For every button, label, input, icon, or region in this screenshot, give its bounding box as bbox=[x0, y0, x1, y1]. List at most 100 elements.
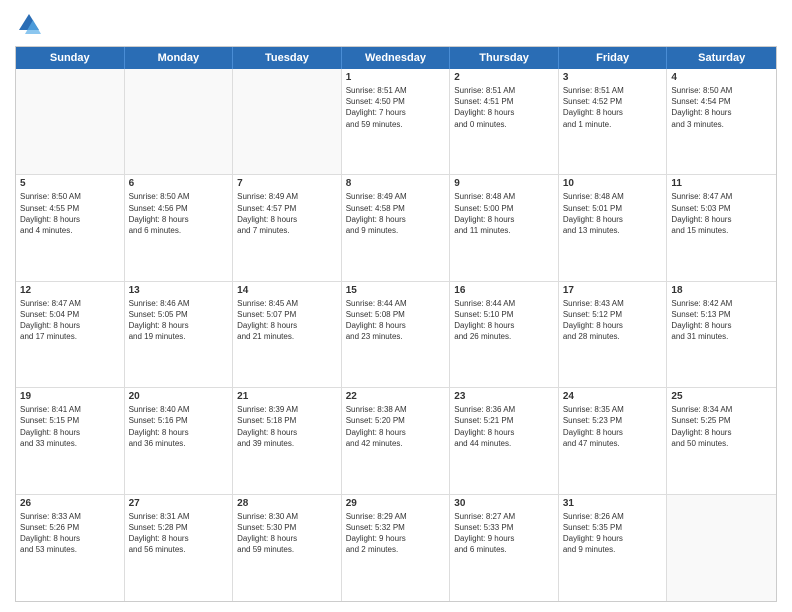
day-number: 20 bbox=[129, 391, 229, 402]
cell-text: Sunrise: 8:41 AMSunset: 5:15 PMDaylight:… bbox=[20, 404, 120, 449]
cell-text: Sunrise: 8:45 AMSunset: 5:07 PMDaylight:… bbox=[237, 298, 337, 343]
cell-text: Sunrise: 8:33 AMSunset: 5:26 PMDaylight:… bbox=[20, 511, 120, 556]
calendar-cell-1-4: 9Sunrise: 8:48 AMSunset: 5:00 PMDaylight… bbox=[450, 175, 559, 280]
weekday-header-tuesday: Tuesday bbox=[233, 47, 342, 69]
calendar-cell-4-1: 27 Sunrise: 8:31 AMSunset: 5:28 PMDayligh… bbox=[125, 495, 234, 601]
weekday-header-sunday: Sunday bbox=[16, 47, 125, 69]
calendar-cell-3-5: 24 Sunrise: 8:35 AMSunset: 5:23 PMDayligh… bbox=[559, 388, 668, 493]
cell-text: Sunrise: 8:26 AMSunset: 5:35 PMDaylight:… bbox=[563, 511, 663, 556]
day-number: 23 bbox=[454, 391, 554, 402]
calendar-body: 1Sunrise: 8:51 AMSunset: 4:50 PMDaylight… bbox=[16, 69, 776, 601]
calendar-cell-3-1: 20Sunrise: 8:40 AMSunset: 5:16 PMDayligh… bbox=[125, 388, 234, 493]
calendar-cell-1-3: 8 Sunrise: 8:49 AMSunset: 4:58 PMDaylight… bbox=[342, 175, 451, 280]
calendar-cell-0-2 bbox=[233, 69, 342, 174]
calendar-cell-1-1: 6Sunrise: 8:50 AMSunset: 4:56 PMDaylight… bbox=[125, 175, 234, 280]
calendar-cell-4-4: 30 Sunrise: 8:27 AMSunset: 5:33 PMDayligh… bbox=[450, 495, 559, 601]
cell-text: Sunrise: 8:31 AMSunset: 5:28 PMDaylight:… bbox=[129, 511, 229, 556]
calendar-cell-2-4: 16 Sunrise: 8:44 AMSunset: 5:10 PMDayligh… bbox=[450, 282, 559, 387]
day-number: 4 bbox=[671, 72, 772, 83]
calendar-cell-0-6: 4 Sunrise: 8:50 AMSunset: 4:54 PMDaylight… bbox=[667, 69, 776, 174]
cell-text: Sunrise: 8:29 AMSunset: 5:32 PMDaylight:… bbox=[346, 511, 446, 556]
calendar-cell-4-6 bbox=[667, 495, 776, 601]
cell-text: Sunrise: 8:51 AMSunset: 4:50 PMDaylight:… bbox=[346, 85, 446, 130]
day-number: 28 bbox=[237, 498, 337, 509]
day-number: 2 bbox=[454, 72, 554, 83]
calendar-cell-1-2: 7 Sunrise: 8:49 AMSunset: 4:57 PMDaylight… bbox=[233, 175, 342, 280]
calendar-cell-3-6: 25 Sunrise: 8:34 AMSunset: 5:25 PMDayligh… bbox=[667, 388, 776, 493]
weekday-header-friday: Friday bbox=[559, 47, 668, 69]
logo bbox=[15, 10, 47, 38]
weekday-header-wednesday: Wednesday bbox=[342, 47, 451, 69]
calendar-cell-2-5: 17 Sunrise: 8:43 AMSunset: 5:12 PMDayligh… bbox=[559, 282, 668, 387]
cell-text: Sunrise: 8:43 AMSunset: 5:12 PMDaylight:… bbox=[563, 298, 663, 343]
cell-text: Sunrise: 8:49 AMSunset: 4:58 PMDaylight:… bbox=[346, 191, 446, 236]
calendar-cell-0-0 bbox=[16, 69, 125, 174]
day-number: 21 bbox=[237, 391, 337, 402]
calendar-row-2: 12 Sunrise: 8:47 AMSunset: 5:04 PMDayligh… bbox=[16, 282, 776, 388]
cell-text: Sunrise: 8:51 AMSunset: 4:51 PMDaylight:… bbox=[454, 85, 554, 130]
day-number: 26 bbox=[20, 498, 120, 509]
calendar-header: SundayMondayTuesdayWednesdayThursdayFrid… bbox=[16, 47, 776, 69]
calendar-cell-0-3: 1Sunrise: 8:51 AMSunset: 4:50 PMDaylight… bbox=[342, 69, 451, 174]
day-number: 9 bbox=[454, 178, 554, 189]
calendar: SundayMondayTuesdayWednesdayThursdayFrid… bbox=[15, 46, 777, 602]
calendar-cell-1-0: 5 Sunrise: 8:50 AMSunset: 4:55 PMDaylight… bbox=[16, 175, 125, 280]
calendar-cell-4-0: 26 Sunrise: 8:33 AMSunset: 5:26 PMDayligh… bbox=[16, 495, 125, 601]
cell-text: Sunrise: 8:50 AMSunset: 4:54 PMDaylight:… bbox=[671, 85, 772, 130]
calendar-cell-2-6: 18 Sunrise: 8:42 AMSunset: 5:13 PMDayligh… bbox=[667, 282, 776, 387]
day-number: 24 bbox=[563, 391, 663, 402]
cell-text: Sunrise: 8:36 AMSunset: 5:21 PMDaylight:… bbox=[454, 404, 554, 449]
page: SundayMondayTuesdayWednesdayThursdayFrid… bbox=[0, 0, 792, 612]
calendar-cell-4-2: 28 Sunrise: 8:30 AMSunset: 5:30 PMDayligh… bbox=[233, 495, 342, 601]
day-number: 31 bbox=[563, 498, 663, 509]
day-number: 25 bbox=[671, 391, 772, 402]
cell-text: Sunrise: 8:50 AMSunset: 4:55 PMDaylight:… bbox=[20, 191, 120, 236]
calendar-cell-2-1: 13 Sunrise: 8:46 AMSunset: 5:05 PMDayligh… bbox=[125, 282, 234, 387]
day-number: 15 bbox=[346, 285, 446, 296]
cell-text: Sunrise: 8:47 AMSunset: 5:04 PMDaylight:… bbox=[20, 298, 120, 343]
calendar-cell-3-0: 19 Sunrise: 8:41 AMSunset: 5:15 PMDayligh… bbox=[16, 388, 125, 493]
cell-text: Sunrise: 8:38 AMSunset: 5:20 PMDaylight:… bbox=[346, 404, 446, 449]
day-number: 7 bbox=[237, 178, 337, 189]
calendar-cell-2-2: 14 Sunrise: 8:45 AMSunset: 5:07 PMDayligh… bbox=[233, 282, 342, 387]
day-number: 13 bbox=[129, 285, 229, 296]
day-number: 27 bbox=[129, 498, 229, 509]
cell-text: Sunrise: 8:49 AMSunset: 4:57 PMDaylight:… bbox=[237, 191, 337, 236]
calendar-cell-0-5: 3 Sunrise: 8:51 AMSunset: 4:52 PMDaylight… bbox=[559, 69, 668, 174]
day-number: 19 bbox=[20, 391, 120, 402]
day-number: 10 bbox=[563, 178, 663, 189]
day-number: 18 bbox=[671, 285, 772, 296]
calendar-cell-3-4: 23 Sunrise: 8:36 AMSunset: 5:21 PMDayligh… bbox=[450, 388, 559, 493]
day-number: 8 bbox=[346, 178, 446, 189]
day-number: 12 bbox=[20, 285, 120, 296]
header bbox=[15, 10, 777, 38]
day-number: 16 bbox=[454, 285, 554, 296]
cell-text: Sunrise: 8:44 AMSunset: 5:10 PMDaylight:… bbox=[454, 298, 554, 343]
calendar-cell-1-5: 10 Sunrise: 8:48 AMSunset: 5:01 PMDayligh… bbox=[559, 175, 668, 280]
cell-text: Sunrise: 8:35 AMSunset: 5:23 PMDaylight:… bbox=[563, 404, 663, 449]
day-number: 3 bbox=[563, 72, 663, 83]
cell-text: Sunrise: 8:42 AMSunset: 5:13 PMDaylight:… bbox=[671, 298, 772, 343]
day-number: 17 bbox=[563, 285, 663, 296]
day-number: 14 bbox=[237, 285, 337, 296]
cell-text: Sunrise: 8:51 AMSunset: 4:52 PMDaylight:… bbox=[563, 85, 663, 130]
day-number: 22 bbox=[346, 391, 446, 402]
cell-text: Sunrise: 8:39 AMSunset: 5:18 PMDaylight:… bbox=[237, 404, 337, 449]
day-number: 5 bbox=[20, 178, 120, 189]
calendar-cell-0-4: 2 Sunrise: 8:51 AMSunset: 4:51 PMDaylight… bbox=[450, 69, 559, 174]
calendar-cell-2-3: 15Sunrise: 8:44 AMSunset: 5:08 PMDayligh… bbox=[342, 282, 451, 387]
cell-text: Sunrise: 8:50 AMSunset: 4:56 PMDaylight:… bbox=[129, 191, 229, 236]
calendar-cell-2-0: 12 Sunrise: 8:47 AMSunset: 5:04 PMDayligh… bbox=[16, 282, 125, 387]
cell-text: Sunrise: 8:30 AMSunset: 5:30 PMDaylight:… bbox=[237, 511, 337, 556]
weekday-header-monday: Monday bbox=[125, 47, 234, 69]
calendar-cell-3-2: 21 Sunrise: 8:39 AMSunset: 5:18 PMDayligh… bbox=[233, 388, 342, 493]
calendar-cell-3-3: 22 Sunrise: 8:38 AMSunset: 5:20 PMDayligh… bbox=[342, 388, 451, 493]
day-number: 30 bbox=[454, 498, 554, 509]
cell-text: Sunrise: 8:34 AMSunset: 5:25 PMDaylight:… bbox=[671, 404, 772, 449]
calendar-row-3: 19 Sunrise: 8:41 AMSunset: 5:15 PMDayligh… bbox=[16, 388, 776, 494]
cell-text: Sunrise: 8:48 AMSunset: 5:01 PMDaylight:… bbox=[563, 191, 663, 236]
cell-text: Sunrise: 8:46 AMSunset: 5:05 PMDaylight:… bbox=[129, 298, 229, 343]
cell-text: Sunrise: 8:27 AMSunset: 5:33 PMDaylight:… bbox=[454, 511, 554, 556]
calendar-cell-1-6: 11Sunrise: 8:47 AMSunset: 5:03 PMDayligh… bbox=[667, 175, 776, 280]
calendar-row-1: 5 Sunrise: 8:50 AMSunset: 4:55 PMDaylight… bbox=[16, 175, 776, 281]
